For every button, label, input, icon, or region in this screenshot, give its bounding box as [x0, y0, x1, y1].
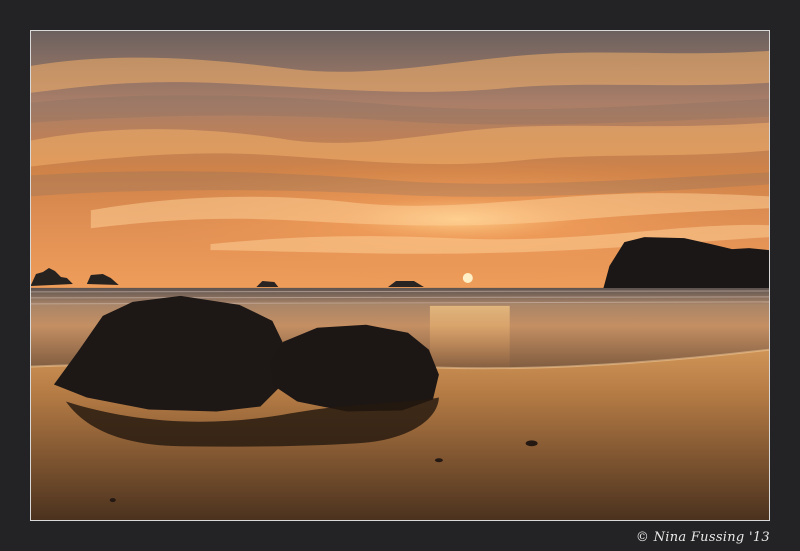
sun — [462, 273, 473, 283]
beach-sunset-image — [31, 31, 769, 520]
photographer-credit: © Nina Fussing '13 — [635, 530, 770, 545]
sunset-photo — [30, 30, 770, 521]
sun-reflection — [429, 305, 510, 374]
boulder-right — [270, 324, 439, 412]
photo-frame: © Nina Fussing '13 — [0, 0, 800, 551]
